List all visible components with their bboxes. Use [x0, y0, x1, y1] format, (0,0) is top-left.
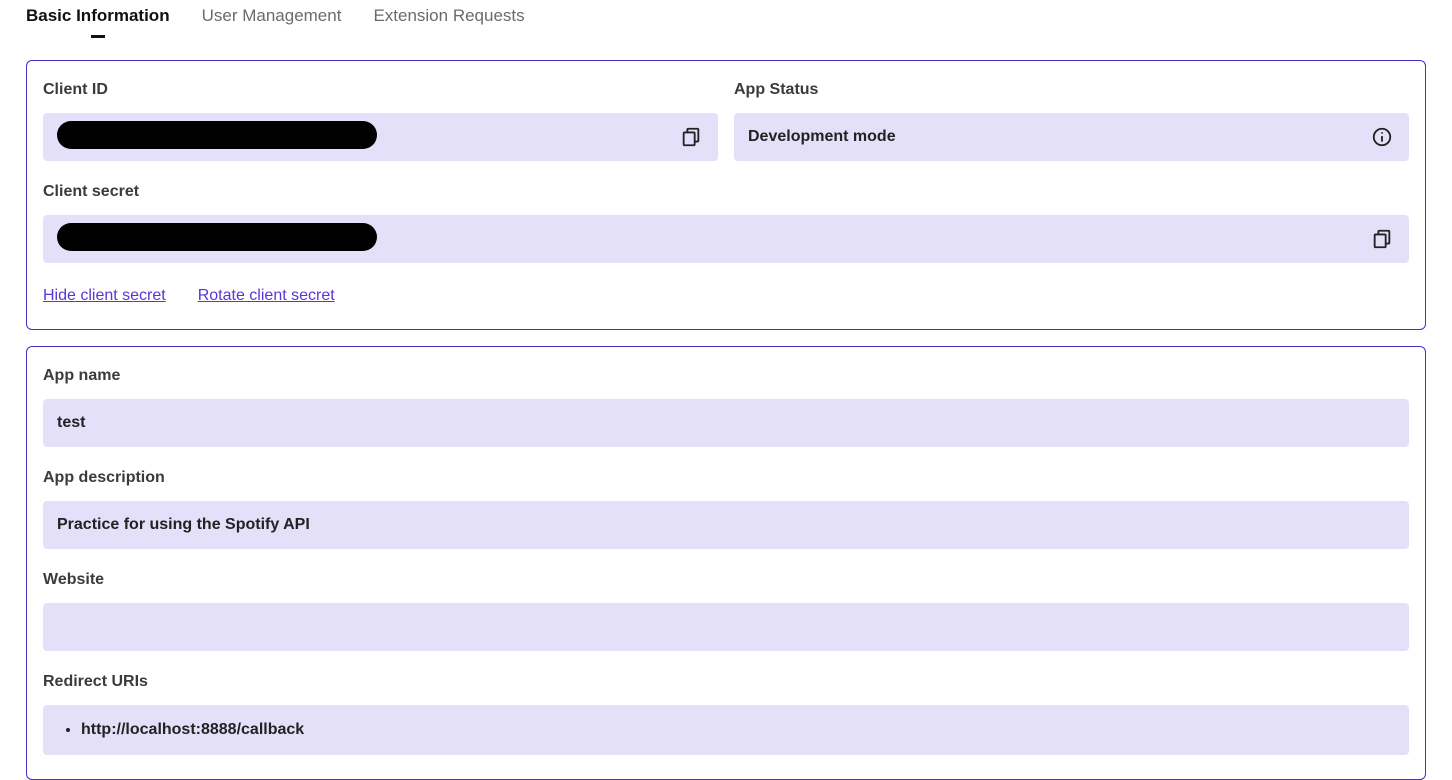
- copy-client-secret-button[interactable]: [1369, 226, 1395, 252]
- copy-client-id-button[interactable]: [678, 124, 704, 150]
- client-secret-field: [43, 215, 1409, 263]
- redacted-client-id: [57, 121, 377, 149]
- app-status-field: Development mode: [734, 113, 1409, 161]
- redacted-client-secret: [57, 223, 377, 251]
- website-label: Website: [43, 571, 1409, 589]
- tab-label: User Management: [202, 6, 342, 25]
- rotate-client-secret-link[interactable]: Rotate client secret: [198, 287, 335, 305]
- redirect-uris-list: http://localhost:8888/callback: [57, 719, 1395, 741]
- secret-links-row: Hide client secret Rotate client secret: [43, 287, 1409, 305]
- credentials-panel: Client ID App Status Development mode: [26, 60, 1426, 330]
- hide-client-secret-link[interactable]: Hide client secret: [43, 287, 166, 305]
- website-field[interactable]: [43, 603, 1409, 651]
- info-icon: [1371, 126, 1393, 148]
- tab-label: Basic Information: [26, 6, 170, 25]
- app-status-value: Development mode: [748, 128, 1359, 146]
- app-details-panel: App name test App description Practice f…: [26, 346, 1426, 780]
- copy-icon: [680, 126, 702, 148]
- app-description-value: Practice for using the Spotify API: [57, 516, 1395, 534]
- app-name-field[interactable]: test: [43, 399, 1409, 447]
- tab-extension-requests[interactable]: Extension Requests: [373, 6, 524, 38]
- app-status-label: App Status: [734, 81, 1409, 99]
- client-secret-value: [57, 223, 1359, 256]
- copy-icon: [1371, 228, 1393, 250]
- tab-user-management[interactable]: User Management: [202, 6, 342, 38]
- redirect-uri-item: http://localhost:8888/callback: [81, 719, 1395, 741]
- client-id-value: [57, 121, 668, 154]
- app-name-label: App name: [43, 367, 1409, 385]
- redirect-uris-label: Redirect URIs: [43, 673, 1409, 691]
- client-id-label: Client ID: [43, 81, 718, 99]
- tab-label: Extension Requests: [373, 6, 524, 25]
- app-description-field[interactable]: Practice for using the Spotify API: [43, 501, 1409, 549]
- tab-bar: Basic Information User Management Extens…: [0, 0, 1452, 38]
- client-secret-label: Client secret: [43, 183, 1409, 201]
- client-id-field: [43, 113, 718, 161]
- redirect-uris-field[interactable]: http://localhost:8888/callback: [43, 705, 1409, 755]
- app-description-label: App description: [43, 469, 1409, 487]
- tab-basic-information[interactable]: Basic Information: [26, 6, 170, 38]
- app-status-info-button[interactable]: [1369, 124, 1395, 150]
- app-name-value: test: [57, 414, 1395, 432]
